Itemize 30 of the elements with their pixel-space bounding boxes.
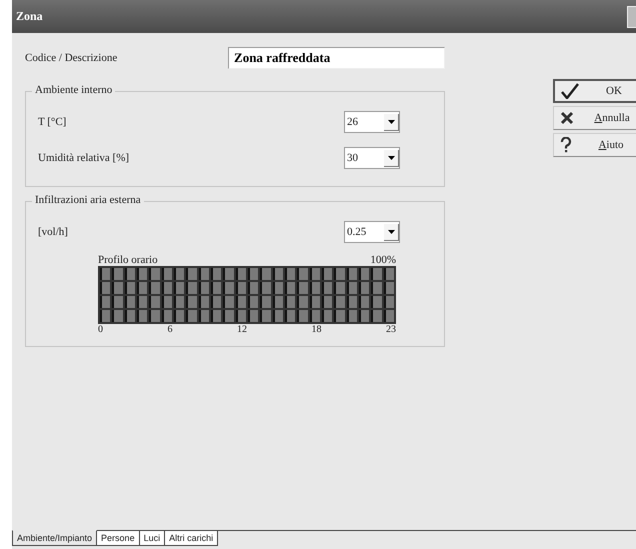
window-title: Zona	[15, 9, 43, 24]
close-button[interactable]	[627, 6, 636, 28]
dropdown-field[interactable]: 0.25	[344, 221, 400, 243]
field-label: [vol/h]	[37, 226, 68, 238]
description-field[interactable]: Zona raffreddata	[228, 47, 445, 69]
profile-title: Profilo orario	[98, 254, 158, 266]
ok-button[interactable]: OK	[553, 79, 636, 103]
axis-tick-label: 0	[98, 324, 103, 336]
tab[interactable]: Persone	[97, 531, 140, 546]
field-label: Umidità relativa [%]	[37, 152, 130, 164]
tab[interactable]: Luci	[140, 531, 166, 546]
tab[interactable]: Altri carichi	[165, 531, 218, 546]
group-title: Infiltrazioni aria esterna	[32, 194, 144, 206]
field-label: T [°C]	[37, 116, 66, 128]
cross-icon	[560, 111, 574, 125]
axis-tick-label: 6	[168, 324, 172, 336]
hourly-profile-grid[interactable]	[98, 266, 396, 324]
axis-tick-label: 12	[237, 324, 247, 336]
question-mark-icon	[560, 137, 572, 153]
axis-tick-label: 23	[386, 324, 396, 336]
group-title: Ambiente interno	[32, 84, 116, 96]
axis-tick-label: 18	[312, 324, 322, 336]
field-label: Codice / Descrizione	[25, 52, 118, 64]
profile-max: 100%	[370, 254, 396, 266]
help-button[interactable]: Aiuto	[553, 133, 636, 157]
cancel-button[interactable]: Annulla	[553, 106, 636, 130]
dropdown-field[interactable]: 26	[344, 111, 400, 133]
tab[interactable]: Ambiente/Impianto	[12, 530, 98, 546]
dropdown-field[interactable]: 30	[344, 147, 400, 169]
check-icon	[561, 83, 579, 99]
